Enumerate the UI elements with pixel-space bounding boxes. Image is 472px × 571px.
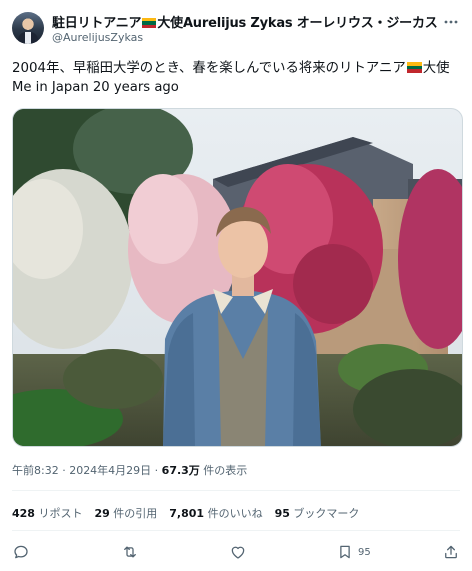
tweet-header: 駐日リトアニア 大使Aurelijus Zykas オーレリウス・ジーカス @Au…: [12, 12, 460, 48]
view-count: 67.3万: [161, 464, 200, 477]
heart-icon: [231, 546, 245, 559]
like-button[interactable]: [229, 542, 247, 562]
divider: [12, 530, 460, 531]
author-name-part1: 駐日リトアニア: [52, 16, 142, 31]
bookmarks-stat[interactable]: 95 ブックマーク: [275, 505, 360, 521]
tweet-meta: 午前8:32 · 2024年4月29日 · 67.3万 件の表示: [12, 462, 247, 478]
more-options-icon[interactable]: [442, 14, 460, 30]
repost-icon: [124, 546, 136, 558]
photo-illustration: [13, 109, 462, 446]
share-icon: [445, 545, 457, 559]
action-bar: 95: [12, 540, 462, 564]
tweet-photo[interactable]: [12, 108, 463, 447]
lithuania-flag-icon: [142, 18, 157, 28]
tweet-text: 2004年、早稲田大学のとき、春を楽しんでいる将来のリトアニア 大使: [12, 58, 462, 79]
view-count-label: 件の表示: [199, 464, 248, 477]
author-handle[interactable]: @AurelijusZykas: [52, 31, 143, 44]
author-display-name[interactable]: 駐日リトアニア 大使Aurelijus Zykas オーレリウス・ジーカス: [52, 12, 438, 31]
share-button[interactable]: [442, 542, 460, 562]
quotes-stat[interactable]: 29 件の引用: [94, 505, 157, 521]
reposts-stat[interactable]: 428 リポスト: [12, 505, 82, 521]
divider: [12, 490, 460, 491]
repost-button[interactable]: [121, 542, 139, 562]
tweet-translation-text: Me in Japan 20 years ago: [12, 80, 179, 95]
author-name-part2: 大使Aurelijus Zykas オーレリウス・ジーカス: [157, 16, 438, 31]
tweet-timestamp[interactable]: 午前8:32 · 2024年4月29日 ·: [12, 464, 162, 477]
avatar[interactable]: [12, 12, 44, 44]
bookmark-button[interactable]: 95: [336, 542, 371, 562]
reply-icon: [14, 545, 28, 559]
tweet-text-part1: 2004年、早稲田大学のとき、春を楽しんでいる将来のリトアニア: [12, 61, 406, 76]
reply-button[interactable]: [12, 542, 30, 562]
lithuania-flag-icon: [406, 62, 422, 73]
tweet-text-part2: 大使: [422, 61, 450, 76]
bookmark-icon: [340, 545, 350, 559]
bookmark-count: 95: [358, 546, 371, 558]
engagement-stats: 428 リポスト 29 件の引用 7,801 件のいいね 95 ブックマーク: [12, 505, 359, 521]
likes-stat[interactable]: 7,801 件のいいね: [169, 505, 262, 521]
